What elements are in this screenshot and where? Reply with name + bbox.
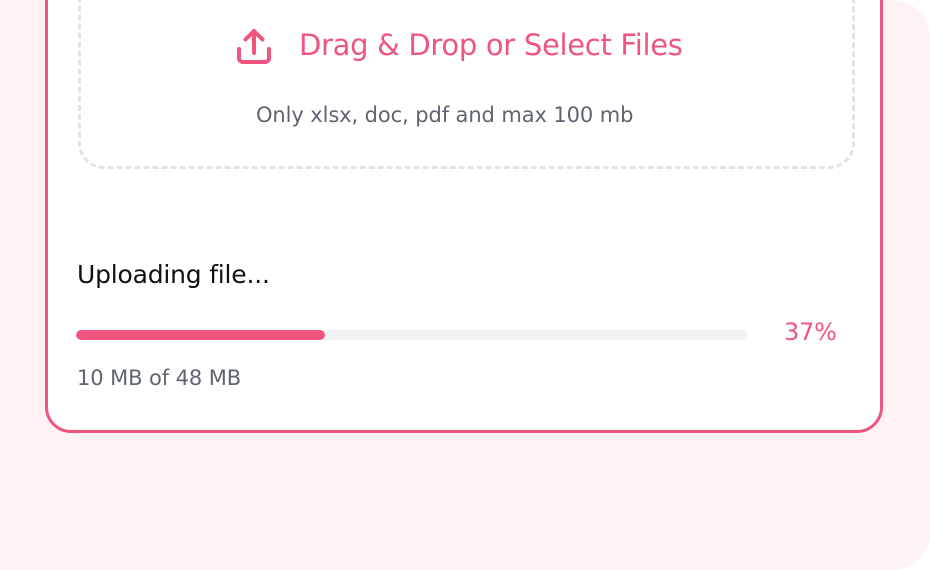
page-background: Drag & Drop or Select Files Only xlsx, d… (0, 0, 930, 570)
dropzone-header[interactable]: Drag & Drop or Select Files (231, 20, 683, 70)
drag-drop-select-files-link[interactable]: Drag & Drop or Select Files (299, 28, 683, 62)
upload-progress-bar (76, 330, 748, 340)
upload-progress-fill (76, 330, 325, 340)
dropzone-hint: Only xlsx, doc, pdf and max 100 mb (256, 103, 634, 127)
upload-status-title: Uploading file... (77, 260, 270, 289)
upload-size-status: 10 MB of 48 MB (77, 366, 242, 390)
upload-icon (231, 22, 277, 68)
upload-progress-percent: 37% (784, 318, 837, 346)
